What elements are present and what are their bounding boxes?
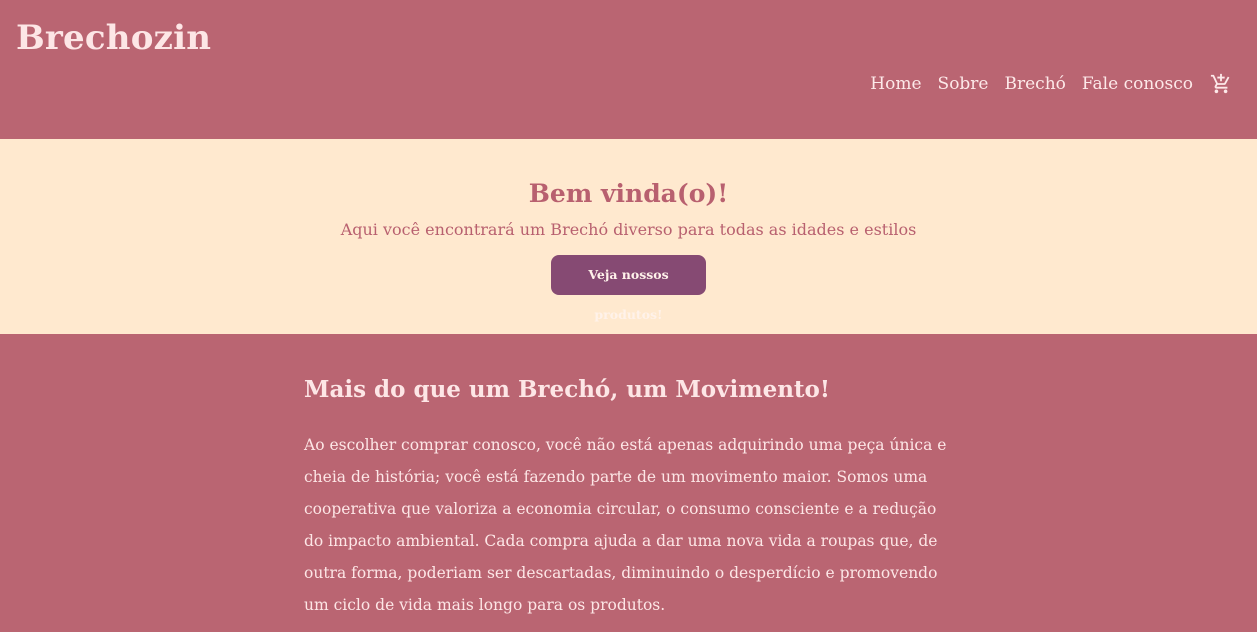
about-section: Mais do que um Brechó, um Movimento! Ao … — [0, 334, 1257, 632]
nav-link-brecho[interactable]: Brechó — [1005, 74, 1066, 94]
add-shopping-cart-icon[interactable] — [1209, 72, 1233, 96]
brand-logo[interactable]: Brechozin — [16, 18, 211, 58]
nav-link-fale-conosco[interactable]: Fale conosco — [1082, 74, 1193, 94]
main-nav: Home Sobre Brechó Fale conosco — [854, 72, 1233, 96]
about-content: Mais do que um Brechó, um Movimento! Ao … — [304, 374, 949, 621]
about-body: Ao escolher comprar conosco, você não es… — [304, 436, 947, 614]
view-products-button[interactable]: Veja nossos produtos! — [551, 255, 706, 322]
nav-link-home[interactable]: Home — [870, 74, 921, 94]
site-header: Brechozin Home Sobre Brechó Fale conosco — [0, 0, 1257, 139]
hero-section: Bem vinda(o)! Aqui você encontrará um Br… — [0, 139, 1257, 334]
hero-title: Bem vinda(o)! — [528, 179, 729, 208]
nav-link-sobre[interactable]: Sobre — [938, 74, 989, 94]
hero-subtitle: Aqui você encontrará um Brechó diverso p… — [340, 220, 917, 239]
about-title: Mais do que um Brechó, um Movimento! — [304, 376, 830, 403]
